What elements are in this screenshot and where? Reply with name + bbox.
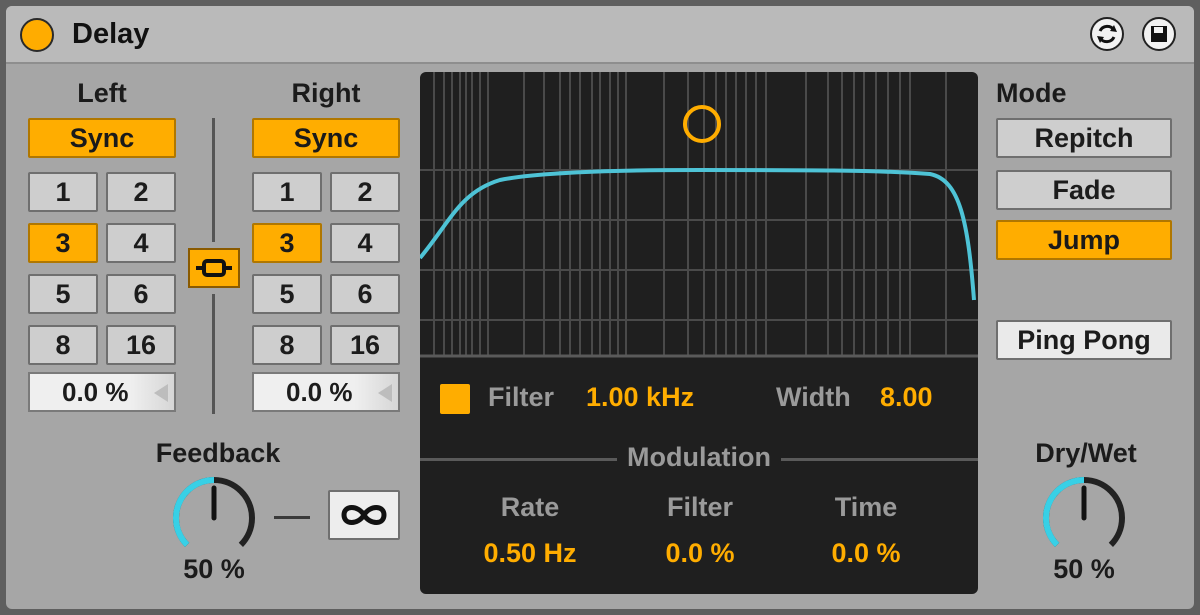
dry-wet-value: 50 %	[1053, 554, 1115, 584]
right-offset-field[interactable]: 0.0 %	[252, 372, 400, 412]
device-title: Delay	[72, 18, 150, 50]
dry-wet-knob[interactable]	[1038, 472, 1130, 564]
left-offset-field[interactable]: 0.0 %	[28, 372, 176, 412]
freeze-connector	[274, 516, 310, 519]
dry-wet-knob-value-arc	[1043, 477, 1085, 547]
left-division-button-1[interactable]: 1	[28, 172, 98, 212]
mod-filter-label: Filter	[666, 492, 733, 522]
right-division-button-1[interactable]: 1	[252, 172, 322, 212]
ping-pong-button[interactable]: Ping Pong	[996, 320, 1172, 360]
right-division-button-4[interactable]: 4	[330, 223, 400, 263]
mode-jump-button[interactable]: Jump	[996, 220, 1172, 260]
right-division-button-3[interactable]: 3	[252, 223, 322, 263]
dry-wet-label: Dry/Wet	[1035, 438, 1137, 468]
right-offset-value: 0.0 %	[286, 376, 353, 407]
width-value[interactable]: 8.00	[880, 382, 933, 413]
mod-filter-value[interactable]: 0.0 %	[630, 538, 770, 569]
feedback-knob[interactable]	[168, 472, 260, 564]
device-power-button[interactable]	[20, 18, 54, 52]
mod-time-label: Time	[834, 492, 898, 522]
width-label: Width	[776, 382, 851, 412]
mod-rate-label: Rate	[500, 492, 560, 522]
left-division-button-16[interactable]: 16	[106, 325, 176, 365]
device-title-bar: Delay	[6, 6, 1194, 64]
left-label: Left	[77, 78, 127, 108]
filter-on-toggle[interactable]	[440, 384, 470, 414]
feedback-value: 50 %	[183, 554, 245, 584]
mod-time-value[interactable]: 0.0 %	[796, 538, 936, 569]
filter-handle[interactable]	[683, 105, 721, 143]
left-sync-button[interactable]: Sync	[28, 118, 176, 158]
filter-label: Filter	[488, 382, 555, 412]
link-button[interactable]	[188, 248, 240, 288]
modulation-title: Modulation	[420, 442, 978, 473]
left-division-button-5[interactable]: 5	[28, 274, 98, 314]
left-division-button-6[interactable]: 6	[106, 274, 176, 314]
mod-rate-value[interactable]: 0.50 Hz	[460, 538, 600, 569]
delay-device: Delay Left Sync 1 2 3 4 5 6 8 16 0.0 % R…	[6, 6, 1194, 609]
left-division-button-8[interactable]: 8	[28, 325, 98, 365]
left-division-button-4[interactable]: 4	[106, 223, 176, 263]
right-division-button-2[interactable]: 2	[330, 172, 400, 212]
left-offset-value: 0.0 %	[62, 376, 129, 407]
infinity-icon	[341, 505, 387, 525]
link-icon	[196, 259, 232, 277]
right-division-button-6[interactable]: 6	[330, 274, 400, 314]
filter-frequency-value[interactable]: 1.00 kHz	[586, 382, 694, 413]
right-division-button-8[interactable]: 8	[252, 325, 322, 365]
right-label: Right	[291, 78, 361, 108]
filter-display: Filter 1.00 kHz Width 8.00 Modulation Ra…	[420, 72, 978, 594]
right-division-button-5[interactable]: 5	[252, 274, 322, 314]
feedback-knob-value-arc	[173, 477, 215, 547]
mode-repitch-button[interactable]: Repitch	[996, 118, 1172, 158]
filter-curve	[420, 167, 976, 301]
left-division-button-3[interactable]: 3	[28, 223, 98, 263]
hot-swap-icon[interactable]	[1090, 17, 1124, 51]
mode-fade-button[interactable]: Fade	[996, 170, 1172, 210]
left-division-button-2[interactable]: 2	[106, 172, 176, 212]
filter-graph[interactable]	[420, 72, 978, 362]
right-sync-button[interactable]: Sync	[252, 118, 400, 158]
mode-label: Mode	[996, 78, 1067, 108]
field-arrow-icon	[154, 384, 168, 402]
freeze-button[interactable]	[328, 490, 400, 540]
right-division-button-16[interactable]: 16	[330, 325, 400, 365]
field-arrow-icon	[378, 384, 392, 402]
link-divider-top	[212, 118, 215, 242]
feedback-label: Feedback	[155, 438, 281, 468]
link-divider-bottom	[212, 294, 215, 414]
save-preset-icon[interactable]	[1142, 17, 1176, 51]
